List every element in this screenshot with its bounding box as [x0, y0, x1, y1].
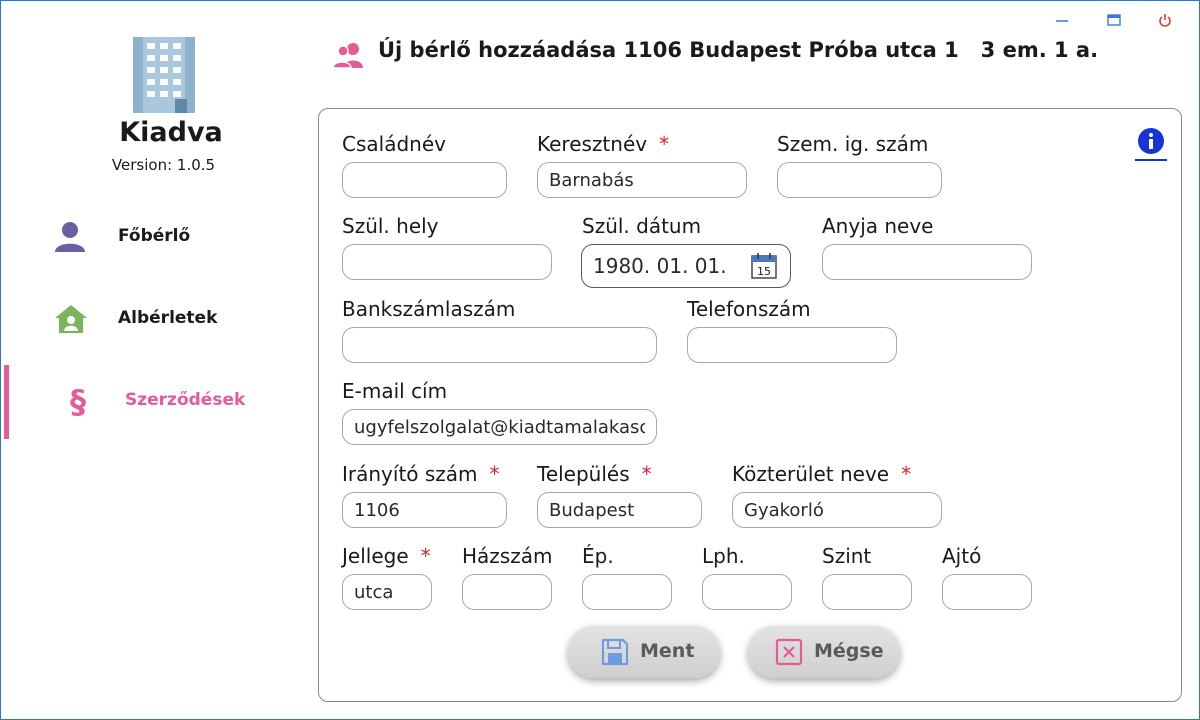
szint-input[interactable]: [822, 574, 912, 610]
csaladnev-label: Családnév: [342, 132, 446, 156]
required-marker: *: [901, 462, 912, 486]
cancel-button[interactable]: Mégse: [748, 626, 900, 678]
ep-input[interactable]: [582, 574, 672, 610]
people-icon: [333, 43, 363, 69]
szemig-label: Szem. ig. szám: [777, 132, 929, 156]
maximize-button[interactable]: [1103, 11, 1125, 29]
email-label: E-mail cím: [342, 379, 448, 403]
szint-label: Szint: [822, 544, 872, 568]
anyjaneve-label: Anyja neve: [822, 214, 934, 238]
kozterulet-label: Közterület neve *: [732, 462, 912, 486]
szulhely-label: Szül. hely: [342, 214, 439, 238]
required-marker: *: [420, 544, 431, 568]
bankszamla-input[interactable]: [342, 327, 657, 363]
telepules-label: Település *: [537, 462, 652, 486]
sidebar-item-alberletek[interactable]: Albérletek: [1, 281, 301, 357]
close-button[interactable]: [1154, 11, 1176, 29]
szuldatum-label: Szül. dátum: [582, 214, 702, 238]
iranyito-input[interactable]: [342, 492, 507, 528]
ajto-label: Ajtó: [942, 544, 982, 568]
telepules-input[interactable]: [537, 492, 702, 528]
minimize-icon: [1056, 20, 1068, 22]
house-person-icon: [55, 305, 87, 333]
page-title: Új bérlő hozzáadása 1106 Budapest Próba …: [378, 38, 1099, 62]
telefon-input[interactable]: [687, 327, 897, 363]
anyjaneve-input[interactable]: [822, 244, 1032, 280]
required-marker: *: [641, 462, 652, 486]
save-button-label: Ment: [640, 640, 695, 662]
hazszam-input[interactable]: [462, 574, 552, 610]
cancel-button-label: Mégse: [814, 640, 884, 662]
keresztnev-label: Keresztnév *: [537, 132, 670, 156]
person-icon: [55, 222, 85, 252]
building-logo-icon: [133, 37, 195, 113]
sidebar-item-foberlo[interactable]: Főbérlő: [1, 199, 301, 275]
required-marker: *: [659, 132, 670, 156]
email-input[interactable]: [342, 409, 657, 445]
ep-label: Ép.: [582, 544, 614, 568]
floppy-disk-icon: [601, 638, 629, 666]
minimize-button[interactable]: [1051, 11, 1073, 29]
sidebar-item-label: Főbérlő: [118, 226, 191, 246]
sidebar-item-szerzodesek[interactable]: § Szerződések: [1, 363, 301, 439]
sidebar-item-label: Szerződések: [125, 390, 246, 410]
svg-text:15: 15: [757, 265, 771, 278]
app-window: Kiadva Version: 1.0.5 Főbérlő Albérletek…: [0, 0, 1200, 720]
csaladnev-input[interactable]: [342, 162, 507, 198]
szuldatum-value: 1980. 01. 01.: [593, 254, 727, 278]
keresztnev-input[interactable]: [537, 162, 747, 198]
svg-text:§: §: [70, 383, 86, 419]
iranyito-label: Irányító szám *: [342, 462, 500, 486]
sidebar-item-label: Albérletek: [118, 308, 218, 328]
info-button[interactable]: [1135, 127, 1167, 161]
ajto-input[interactable]: [942, 574, 1032, 610]
app-name: Kiadva: [119, 117, 223, 148]
cancel-x-icon: [775, 638, 803, 666]
paragraph-icon: §: [70, 383, 86, 419]
kozterulet-input[interactable]: [732, 492, 942, 528]
bankszamla-label: Bankszámlaszám: [342, 297, 516, 321]
maximize-icon: [1107, 14, 1121, 26]
required-marker: *: [489, 462, 500, 486]
jellege-input[interactable]: [342, 574, 432, 610]
szemig-input[interactable]: [777, 162, 942, 198]
lph-label: Lph.: [702, 544, 745, 568]
telefon-label: Telefonszám: [687, 297, 811, 321]
calendar-icon[interactable]: 15: [750, 252, 778, 280]
info-icon: [1138, 128, 1164, 154]
save-button[interactable]: Ment: [568, 626, 720, 678]
jellege-label: Jellege *: [342, 544, 431, 568]
lph-input[interactable]: [702, 574, 792, 610]
app-version: Version: 1.0.5: [111, 156, 216, 174]
hazszam-label: Házszám: [462, 544, 553, 568]
power-icon: [1159, 14, 1171, 27]
szuldatum-picker[interactable]: 1980. 01. 01. 15: [581, 244, 791, 288]
szulhely-input[interactable]: [342, 244, 552, 280]
